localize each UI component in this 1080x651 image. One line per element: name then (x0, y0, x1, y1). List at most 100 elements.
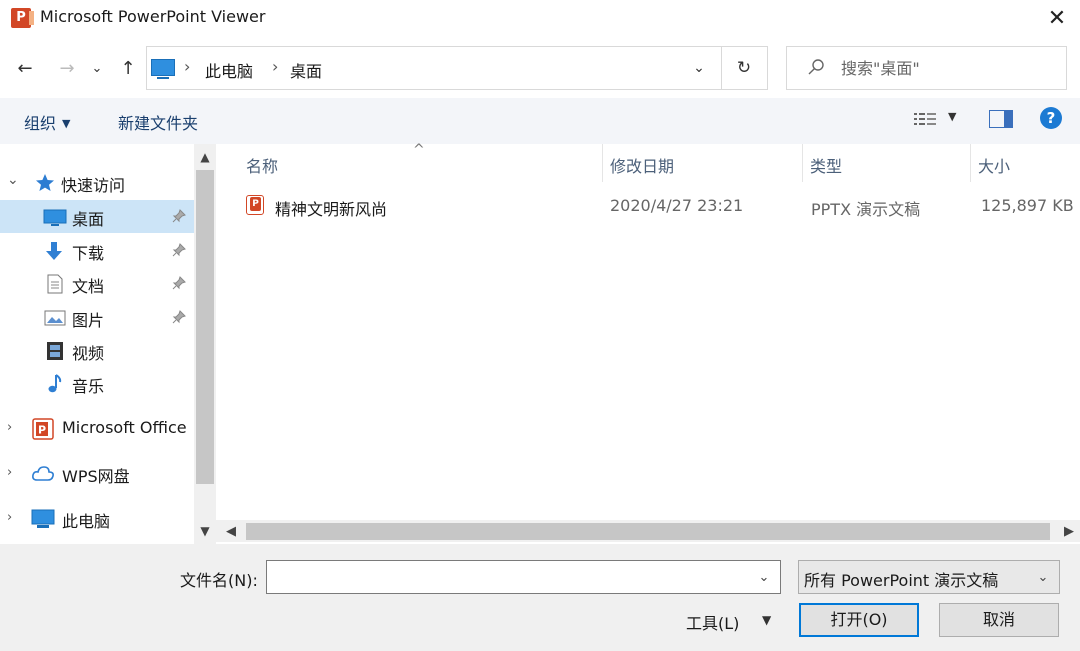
organize-label: 组织 (24, 114, 57, 133)
cancel-button[interactable]: 取消 (939, 603, 1059, 637)
column-divider[interactable] (602, 144, 603, 182)
scroll-up-arrow-icon[interactable]: ▲ (194, 146, 216, 168)
pin-icon[interactable] (172, 243, 186, 257)
column-header-name[interactable]: 名称 (246, 144, 278, 184)
search-box[interactable] (786, 46, 1067, 90)
music-icon (48, 374, 62, 393)
expand-chevron-icon[interactable]: › (7, 420, 12, 435)
pin-icon[interactable] (172, 276, 186, 290)
address-divider (721, 47, 722, 89)
file-list-horizontal-scrollbar[interactable]: ◀ ▶ (216, 520, 1080, 542)
change-view-button[interactable]: ▼ (912, 110, 962, 130)
view-dropdown-arrow-icon: ▼ (948, 110, 957, 123)
nav-item-downloads[interactable]: 下载 (0, 234, 194, 267)
recent-locations-chevron-icon[interactable]: ⌄ (88, 56, 106, 80)
breadcrumb-desktop[interactable]: 桌面 (290, 58, 322, 82)
pptx-file-icon (246, 195, 264, 215)
new-folder-button[interactable]: 新建文件夹 (118, 110, 198, 134)
document-icon (47, 274, 63, 294)
search-input[interactable] (841, 56, 1056, 80)
nav-group-wps-cloud[interactable]: › WPS网盘 (0, 457, 194, 490)
expand-chevron-icon[interactable]: › (7, 510, 12, 525)
filename-input[interactable] (273, 566, 743, 588)
scroll-right-arrow-icon[interactable]: ▶ (1058, 520, 1080, 542)
nav-item-label: 图片 (72, 311, 105, 330)
nav-item-videos[interactable]: 视频 (0, 334, 194, 367)
nav-quick-access-label: 快速访问 (61, 176, 126, 195)
file-type: PPTX 演示文稿 (811, 200, 921, 219)
back-arrow-icon[interactable]: ← (13, 56, 37, 80)
nav-item-label: 桌面 (72, 210, 105, 229)
sort-ascending-icon: ^ (413, 142, 425, 158)
address-bar[interactable]: › 此电脑 › 桌面 ⌄ ↻ (146, 46, 768, 90)
nav-group-label: Microsoft Office (62, 418, 187, 437)
details-view-icon (914, 113, 936, 125)
computer-icon (151, 59, 175, 79)
open-button[interactable]: 打开(O) (799, 603, 919, 637)
pin-icon[interactable] (172, 209, 186, 223)
nav-item-label: 下载 (72, 244, 105, 263)
file-row[interactable]: 精神文明新风尚 2020/4/27 23:21 PPTX 演示文稿 125,89… (240, 188, 1080, 222)
column-header-type[interactable]: 类型 (810, 144, 842, 184)
nav-pane-vertical-scrollbar[interactable]: ▲ ▼ (194, 144, 216, 544)
video-icon (47, 342, 63, 360)
collapse-chevron-icon[interactable]: ⌄ (7, 172, 19, 188)
breadcrumb-this-pc[interactable]: 此电脑 (205, 58, 253, 82)
picture-icon (44, 310, 66, 326)
nav-item-pictures[interactable]: 图片 (0, 301, 194, 334)
dialog-footer: 文件名(N): ⌄ 所有 PowerPoint 演示文稿 ⌄ 工具(L) ▼ 打… (0, 544, 1080, 651)
preview-pane-icon[interactable] (989, 110, 1013, 128)
scroll-left-arrow-icon[interactable]: ◀ (220, 520, 242, 542)
scroll-down-arrow-icon[interactable]: ▼ (194, 520, 216, 542)
column-header-size[interactable]: 大小 (978, 144, 1010, 184)
filename-label: 文件名(N): (180, 571, 258, 590)
column-divider[interactable] (970, 144, 971, 182)
powerpoint-app-icon: P (11, 8, 34, 28)
nav-item-documents[interactable]: 文档 (0, 267, 194, 300)
file-type-dropdown-chevron-icon: ⌄ (1037, 569, 1049, 585)
refresh-icon[interactable]: ↻ (731, 55, 757, 81)
nav-group-label: 此电脑 (62, 512, 111, 531)
download-icon (46, 242, 62, 260)
column-header-date-modified[interactable]: 修改日期 (610, 144, 674, 184)
organize-button[interactable]: 组织 ▼ (24, 110, 70, 134)
forward-arrow-icon[interactable]: → (55, 56, 79, 80)
file-date-modified: 2020/4/27 23:21 (610, 196, 744, 215)
file-list: ^ 名称 修改日期 类型 大小 精神文明新风尚 2020/4/27 23:21 … (216, 142, 1080, 544)
column-divider[interactable] (802, 144, 803, 182)
scrollbar-thumb[interactable] (246, 523, 1050, 540)
pin-icon[interactable] (172, 310, 186, 324)
search-icon (808, 59, 824, 75)
up-arrow-icon[interactable]: ↑ (116, 56, 140, 80)
file-size: 125,897 KB (981, 196, 1074, 215)
breadcrumb-separator: › (272, 57, 279, 76)
nav-item-music[interactable]: 音乐 (0, 367, 194, 400)
filename-combobox[interactable]: ⌄ (266, 560, 781, 594)
window-title: Microsoft PowerPoint Viewer (40, 7, 266, 26)
file-type-select[interactable]: 所有 PowerPoint 演示文稿 ⌄ (798, 560, 1060, 594)
expand-chevron-icon[interactable]: › (7, 465, 12, 480)
tools-button[interactable]: 工具(L) (686, 610, 739, 634)
file-type-value: 所有 PowerPoint 演示文稿 (804, 571, 999, 590)
scrollbar-thumb[interactable] (196, 170, 214, 484)
navigation-pane: ⌄ 快速访问 桌面 下载 文档 图片 视频 音乐 › P Microsoft O… (0, 144, 216, 544)
nav-item-label: 文档 (72, 277, 105, 296)
address-dropdown-chevron-icon[interactable]: ⌄ (687, 55, 711, 81)
nav-group-microsoft-office[interactable]: › P Microsoft Office (0, 412, 194, 445)
close-button[interactable]: ✕ (1034, 0, 1080, 36)
desktop-icon (43, 209, 67, 226)
filename-dropdown-chevron-icon[interactable]: ⌄ (754, 567, 774, 587)
file-name: 精神文明新风尚 (275, 200, 388, 219)
nav-group-this-pc[interactable]: › 此电脑 (0, 502, 194, 535)
nav-group-label: WPS网盘 (62, 467, 130, 486)
star-icon (36, 174, 54, 191)
command-toolbar: 组织 ▼ 新建文件夹 ▼ ? (0, 98, 1080, 144)
nav-item-label: 音乐 (72, 377, 105, 396)
help-icon[interactable]: ? (1040, 107, 1062, 129)
nav-item-label: 视频 (72, 344, 105, 363)
breadcrumb-separator: › (184, 57, 191, 76)
organize-dropdown-arrow-icon: ▼ (62, 117, 71, 130)
tools-dropdown-arrow-icon[interactable]: ▼ (762, 613, 771, 627)
nav-item-desktop[interactable]: 桌面 (0, 200, 194, 233)
nav-quick-access[interactable]: ⌄ 快速访问 (0, 166, 194, 199)
